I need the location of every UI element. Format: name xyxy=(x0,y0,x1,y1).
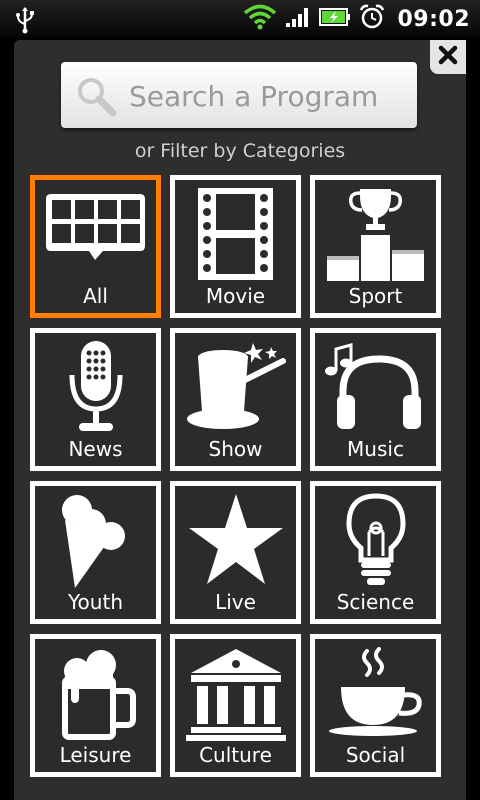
search-icon xyxy=(75,75,117,121)
category-tile-science[interactable]: Science xyxy=(310,481,441,624)
trophy-podium-icon xyxy=(327,189,424,281)
category-tile-news[interactable]: News xyxy=(30,328,161,471)
category-label: All xyxy=(83,284,108,308)
category-label: Movie xyxy=(205,284,266,308)
category-tile-movie[interactable]: Movie xyxy=(170,175,301,318)
museum-icon xyxy=(186,649,286,741)
category-tile-sport[interactable]: Sport xyxy=(310,175,441,318)
magic-hat-icon xyxy=(187,343,286,429)
signal-icon xyxy=(285,6,311,32)
beer-mug-icon xyxy=(62,650,136,740)
alarm-icon xyxy=(359,4,385,34)
light-bulb-icon xyxy=(346,493,406,585)
close-button[interactable] xyxy=(430,40,466,74)
status-time: 09:02 xyxy=(397,6,470,32)
category-label: Music xyxy=(347,437,404,461)
category-filter-panel: or Filter by Categories All xyxy=(14,40,466,800)
filter-label: or Filter by Categories xyxy=(134,140,346,162)
category-tile-live[interactable]: Live xyxy=(170,481,301,624)
category-label: Youth xyxy=(68,590,123,614)
microphone-icon xyxy=(69,341,123,431)
usb-icon xyxy=(14,6,36,38)
category-tile-all[interactable]: All xyxy=(30,175,161,318)
category-label: Live xyxy=(215,590,256,614)
category-label: News xyxy=(68,437,123,461)
star-icon xyxy=(189,494,283,584)
status-bar: 09:02 xyxy=(0,0,480,38)
category-tile-show[interactable]: Show xyxy=(170,328,301,471)
category-label: Social xyxy=(345,743,406,767)
category-label: Science xyxy=(336,590,415,614)
category-label: Show xyxy=(208,437,263,461)
search-input[interactable] xyxy=(127,72,411,120)
category-label: Culture xyxy=(199,743,272,767)
battery-charging-icon xyxy=(319,7,351,31)
category-tile-leisure[interactable]: Leisure xyxy=(30,634,161,777)
grid-bubble-icon xyxy=(46,194,145,260)
category-label: Sport xyxy=(348,284,403,308)
wifi-icon xyxy=(243,4,277,34)
film-strip-icon xyxy=(198,188,273,280)
category-grid: All Movie Sport News Show Music Youth Li… xyxy=(30,175,441,777)
search-box[interactable] xyxy=(61,62,417,128)
ice-cream-icon xyxy=(62,495,125,588)
headphones-icon xyxy=(325,343,421,429)
coffee-cup-icon xyxy=(329,647,422,736)
category-tile-social[interactable]: Social xyxy=(310,634,441,777)
category-tile-culture[interactable]: Culture xyxy=(170,634,301,777)
close-icon xyxy=(438,45,458,69)
category-tile-youth[interactable]: Youth xyxy=(30,481,161,624)
category-label: Leisure xyxy=(59,743,132,767)
category-tile-music[interactable]: Music xyxy=(310,328,441,471)
